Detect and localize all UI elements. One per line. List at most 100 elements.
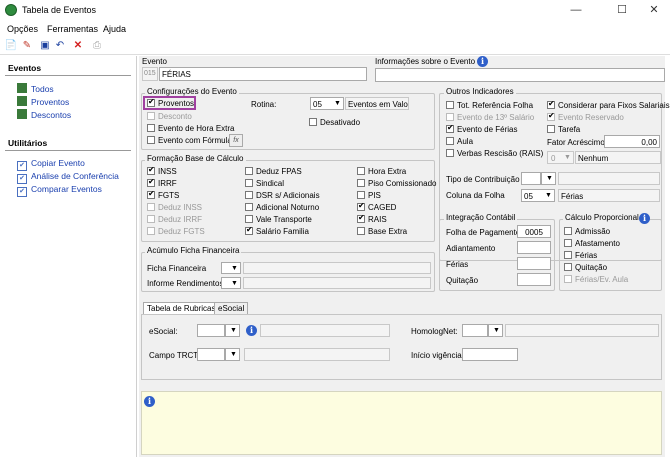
outros-checkbox[interactable]: Tarefa [547,125,580,134]
close-button[interactable]: ✕ [640,2,668,18]
formacao-checkbox[interactable]: Deduz INSS [147,203,202,212]
tab-esocial[interactable]: eSocial [214,302,249,314]
maximize-button[interactable]: ☐ [608,2,636,18]
tipo-contrib-dropdown[interactable]: ▼ [541,172,556,185]
campo-trct-select[interactable] [197,348,225,361]
info-evento-label: Informações sobre o Evento [375,57,476,66]
formacao-checkbox[interactable]: FGTS [147,189,179,200]
formacao-checkbox[interactable]: IRRF [147,177,177,188]
outros-checkbox[interactable]: Considerar para Fixos Salariais [547,99,670,110]
print-icon[interactable]: ⎙ [90,39,104,53]
quitacao-input[interactable] [517,273,551,286]
sidebar-item-descontos[interactable]: Descontos [17,109,71,120]
sidebar-item-label: Todos [31,84,54,94]
formacao-checkbox[interactable]: Salário Familia [245,225,309,236]
info-icon[interactable]: i [639,213,650,224]
formacao-checkbox[interactable]: Deduz FGTS [147,227,205,236]
info-icon[interactable]: i [477,56,488,67]
homolognet-desc [505,324,659,337]
formacao-checkbox[interactable]: Sindical [245,179,284,188]
calculo-checkbox[interactable]: Férias [564,251,597,260]
formacao-checkbox[interactable]: CAGED [357,201,396,212]
sidebar-item-proventos[interactable]: Proventos [17,96,69,107]
fator-input[interactable]: 0,00 [604,135,660,148]
outros-title: Outros Indicadores [444,87,516,96]
campo-trct-dropdown[interactable]: ▼ [225,348,240,361]
minimize-button[interactable]: — [562,2,590,18]
rotina-desc: Eventos em Valor [345,97,409,110]
nenhum-select[interactable]: 0 ▼ [547,151,574,164]
app-icon [5,4,17,16]
new-icon[interactable]: 📄 [4,39,18,53]
delete-icon[interactable]: ✕ [71,39,85,53]
calculo-checkbox[interactable]: Quitação [564,263,607,272]
menu-opcoes[interactable]: Opções [7,24,38,34]
informe-desc [243,277,431,289]
info-icon[interactable]: i [246,325,257,336]
nenhum-desc: Nenhum [575,151,661,164]
ferias-input[interactable] [517,257,551,270]
formula-fx-button[interactable]: fx [229,134,243,147]
rotina-label: Rotina: [251,100,277,109]
menu-ferramentas[interactable]: Ferramentas [47,24,98,34]
outros-checkbox[interactable]: Aula [446,137,473,146]
sidebar-item-comparar[interactable]: ✔ Comparar Eventos [17,184,102,197]
sidebar-item-label: Comparar Eventos [31,184,102,194]
formacao-checkbox[interactable]: INSS [147,165,177,176]
formacao-checkbox[interactable]: Hora Extra [357,167,406,176]
homolognet-dropdown[interactable]: ▼ [488,324,503,337]
homolognet-label: HomologNet: [411,327,458,336]
outros-checkbox[interactable]: Evento Reservado [547,111,624,122]
tipo-contrib-select[interactable] [521,172,541,185]
homolognet-select[interactable] [462,324,488,337]
formacao-checkbox[interactable]: DSR s/ Adicionais [245,191,320,200]
informe-select[interactable]: ▼ [221,277,241,289]
folha-input[interactable]: 0005 [517,225,551,238]
formacao-checkbox[interactable]: Deduz IRRF [147,215,202,224]
formacao-checkbox[interactable]: Piso Comissionado [357,179,436,188]
informe-label: Informe Rendimentos [147,279,224,288]
hora-extra-checkbox[interactable]: Evento de Hora Extra [147,124,234,133]
folha-label: Folha de Pagamento [446,228,521,237]
esocial-dropdown[interactable]: ▼ [225,324,240,337]
formacao-checkbox[interactable]: RAIS [357,213,387,224]
sidebar-item-analise[interactable]: ✔ Análise de Conferência [17,171,119,184]
outros-checkbox[interactable]: Evento de 13º Salário [446,113,534,122]
rotina-select[interactable]: 05 ▼ [310,97,344,110]
outros-checkbox[interactable]: Tot. Referência Folha [446,101,533,110]
notes-panel [141,391,662,455]
evento-code: 015 [142,67,158,81]
integracao-title: Integração Contábil [444,213,518,222]
formacao-checkbox[interactable]: Adicional Noturno [245,203,319,212]
sidebar-item-todos[interactable]: Todos [17,83,54,94]
coluna-select[interactable]: 05 ▼ [521,189,555,202]
events-icon [17,83,27,93]
calculo-checkbox[interactable]: Férias/Ev. Aula [564,275,628,284]
formacao-checkbox[interactable]: PIS [357,191,381,200]
outros-checkbox[interactable]: Evento de Férias [446,123,517,134]
edit-icon[interactable]: ✎ [20,39,34,53]
sidebar-item-copiar[interactable]: ✔ Copiar Evento [17,158,85,171]
undo-icon[interactable]: ↶ [53,39,67,53]
menu-ajuda[interactable]: Ajuda [103,24,126,34]
save-icon[interactable]: ▣ [38,39,52,53]
adiantamento-input[interactable] [517,241,551,254]
formacao-title: Formação Base de Cálculo [145,154,246,163]
desativado-checkbox[interactable]: Desativado [309,118,360,127]
proventos-checkbox[interactable]: Proventos [147,97,194,108]
calculo-checkbox[interactable]: Admissão [564,227,610,236]
desconto-checkbox[interactable]: Desconto [147,112,192,121]
inicio-input[interactable] [462,348,518,361]
formacao-checkbox[interactable]: Base Extra [357,227,407,236]
formacao-checkbox[interactable]: Vale Transporte [245,215,312,224]
tab-tabela-rubricas[interactable]: Tabela de Rubricas [143,302,220,314]
calculo-checkbox[interactable]: Afastamento [564,239,620,248]
info-evento-input[interactable] [375,68,665,82]
ficha-select[interactable]: ▼ [221,262,241,274]
evento-name-input[interactable]: FÉRIAS [159,67,367,81]
calculo-title: Cálculo Proporcional [563,213,641,222]
formula-checkbox[interactable]: Evento com Fórmula [147,136,232,145]
esocial-select[interactable] [197,324,225,337]
outros-checkbox[interactable]: Verbas Rescisão (RAIS) [446,149,543,158]
formacao-checkbox[interactable]: Deduz FPAS [245,167,302,176]
